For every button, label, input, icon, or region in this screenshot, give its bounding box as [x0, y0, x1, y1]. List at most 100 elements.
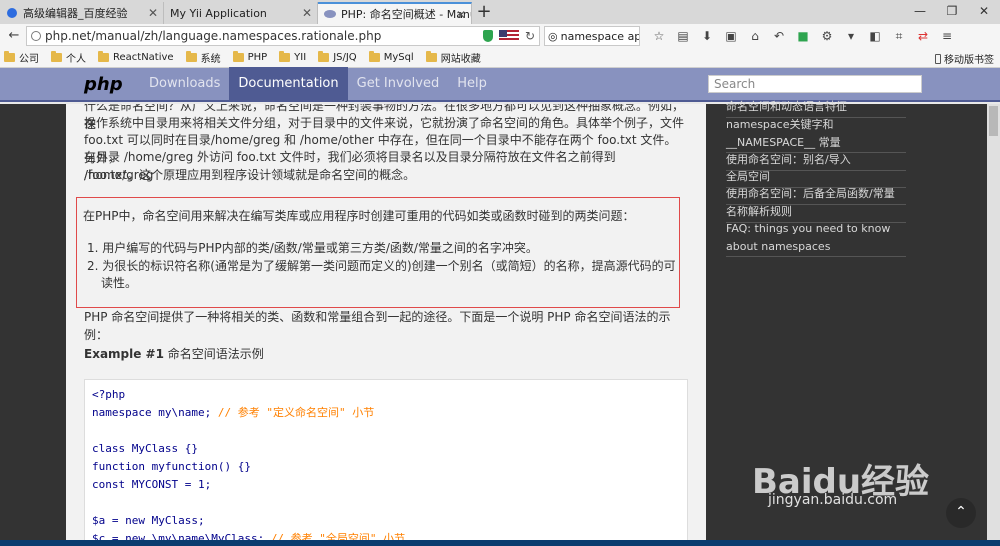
bookmark-folder[interactable]: ReactNative: [98, 51, 174, 63]
us-flag-icon[interactable]: [498, 30, 519, 42]
bookmark-folder[interactable]: 系统: [185, 50, 221, 65]
folder-icon: [98, 51, 109, 62]
problem-list: 1. 用户编写的代码与PHP内部的类/函数/常量或第三方类/函数/常量之间的名字…: [87, 240, 677, 293]
reader-icon[interactable]: ▤: [674, 26, 692, 46]
sidebar-item-namespace-keyword[interactable]: namespace关键字和__NAMESPACE__ 常量: [726, 116, 906, 153]
taskbar: [0, 540, 1000, 546]
folder-icon: [318, 51, 330, 62]
chevron-down-icon[interactable]: ▾: [842, 26, 860, 46]
folder-icon: [368, 51, 380, 62]
shield-icon[interactable]: [482, 30, 493, 42]
folder-icon: [4, 51, 15, 62]
example-label: Example #1: [84, 347, 164, 361]
back-to-top-button[interactable]: ⌃: [946, 498, 976, 528]
screenshot-icon[interactable]: ◧: [866, 26, 884, 46]
sync-icon[interactable]: ⇄: [914, 26, 932, 46]
box-lead: 在PHP中，命名空间用来解决在编写类库或应用程序时创建可重用的代码如类或函数时碰…: [83, 209, 635, 223]
tab-label: PHP: 命名空间概述 - Manual: [341, 8, 471, 21]
close-icon[interactable]: ✕: [456, 8, 466, 22]
code-line: <?php: [92, 388, 126, 401]
baidu-icon: [6, 7, 18, 19]
nav-downloads[interactable]: Downloads: [140, 67, 229, 101]
folder-icon: [279, 51, 291, 62]
info-icon[interactable]: [31, 31, 41, 41]
code-block: <?php namespace my\name; // 参考 "定义命名空间" …: [84, 379, 688, 546]
baidu-watermark-url: jingyan.baidu.com: [768, 492, 898, 508]
code-comment: // 参考 "定义命名空间" 小节: [217, 406, 375, 419]
back-icon[interactable]: ←: [4, 26, 24, 46]
folder-icon: [185, 51, 197, 62]
tab-yii-app[interactable]: My Yii Application ✕: [164, 2, 318, 24]
php-favicon-icon: [324, 8, 336, 20]
search-input[interactable]: ◎ namespace ap →: [544, 26, 640, 46]
code-line: namespace my\name; // 参考 "定义命名空间" 小节: [92, 406, 375, 419]
maximize-button[interactable]: ❐: [936, 0, 968, 24]
minimize-button[interactable]: —: [904, 0, 936, 24]
example-title: 命名空间语法示例: [167, 347, 264, 361]
bookmark-folder[interactable]: 公司: [4, 50, 39, 65]
star-icon[interactable]: ☆: [650, 26, 668, 46]
sidebar-item-dynamic[interactable]: 命名空间和动态语言特征: [726, 98, 906, 118]
menu-icon[interactable]: ≡: [938, 26, 956, 46]
extension-icon[interactable]: ■: [794, 26, 812, 46]
code-line: function myfunction() {}: [92, 460, 251, 473]
highlight-box: 在PHP中，命名空间用来解决在编写类库或应用程序时创建可重用的代码如类或函数时碰…: [76, 197, 680, 308]
sidebar-item-fallback[interactable]: 使用命名空间：后备全局函数/常量: [726, 185, 906, 205]
scrollbar-thumb[interactable]: [989, 106, 998, 136]
code-line: $a = new MyClass;: [92, 514, 205, 527]
php-search-input[interactable]: Search: [708, 75, 922, 93]
tab-label: My Yii Application: [170, 6, 267, 20]
address-bar[interactable]: php.net/manual/zh/language.namespaces.ra…: [26, 26, 540, 46]
toolbar: ☆ ▤ ⬇ ▣ ⌂ ↶ ■ ⚙ ▾ ◧ ⌗ ⇄ ≡: [650, 26, 956, 46]
folder-icon: [425, 51, 437, 62]
undo-icon[interactable]: ↶: [770, 26, 788, 46]
bookmark-folder[interactable]: 个人: [51, 50, 86, 65]
bookmark-folder[interactable]: PHP: [232, 51, 267, 63]
folder-icon: [51, 51, 62, 62]
url-text[interactable]: php.net/manual/zh/language.namespaces.ra…: [45, 29, 483, 43]
code-line: class MyClass {}: [92, 442, 198, 455]
bookmark-folder[interactable]: 网站收藏: [425, 50, 481, 65]
folder-icon: [232, 51, 244, 62]
code-line: const MYCONST = 1;: [92, 478, 212, 491]
pocket-icon[interactable]: ▣: [722, 26, 740, 46]
namespace-intro: PHP 命名空间提供了一种将相关的类、函数和常量组合到一起的途径。下面是一个说明…: [84, 310, 671, 342]
intro-line: /foo.txt。这个原理应用到程序设计领域就是命名空间的概念。: [84, 168, 416, 182]
navigation-bar: ← php.net/manual/zh/language.namespaces.…: [0, 24, 1000, 48]
bookmark-folder[interactable]: YII: [279, 51, 306, 63]
list-item: 2. 为很长的标识符名称(通常是为了缓解第一类问题而定义的)创建一个别名（或简短…: [87, 258, 676, 291]
gear-icon[interactable]: ⚙: [818, 26, 836, 46]
tab-php-manual[interactable]: PHP: 命名空间概述 - Manual ✕: [318, 2, 472, 24]
download-icon[interactable]: ⬇: [698, 26, 716, 46]
list-item: 1. 用户编写的代码与PHP内部的类/函数/常量或第三方类/函数/常量之间的名字…: [87, 241, 538, 255]
bookmark-folder[interactable]: MySql: [368, 51, 414, 63]
crop-icon[interactable]: ⌗: [890, 26, 908, 46]
nav-documentation[interactable]: Documentation: [229, 67, 348, 101]
close-window-button[interactable]: ✕: [968, 0, 1000, 24]
nav-get-involved[interactable]: Get Involved: [348, 67, 449, 101]
window-controls: — ❐ ✕: [904, 0, 1000, 24]
php-header: php Downloads Documentation Get Involved…: [0, 67, 1000, 102]
intro-line: 操作系统中目录用来将相关文件分组，对于目录中的文件来说，它就扮演了命名空间的角色…: [84, 116, 685, 130]
home-icon[interactable]: ⌂: [746, 26, 764, 46]
nav-help[interactable]: Help: [448, 67, 496, 101]
phone-icon: [935, 53, 941, 64]
close-icon[interactable]: ✕: [302, 6, 312, 20]
search-value: namespace ap: [560, 29, 640, 43]
close-icon[interactable]: ✕: [148, 6, 158, 20]
mobile-bookmarks[interactable]: 移动版书签: [935, 51, 994, 66]
main-content: 什么是命名空间？从广义上来说，命名空间是一种封装事物的方法。在很多地方都可以见到…: [66, 104, 706, 546]
search-engine-icon: ◎: [548, 29, 558, 43]
tab-strip: 高级编辑器_百度经验 ✕ My Yii Application ✕ PHP: 命…: [0, 0, 1000, 24]
new-tab-button[interactable]: +: [472, 2, 496, 24]
bookmark-folder[interactable]: JS/JQ: [318, 51, 357, 63]
example-heading: Example #1 命名空间语法示例: [84, 345, 264, 362]
scrollbar[interactable]: [987, 104, 1000, 546]
reload-icon[interactable]: ↻: [525, 29, 535, 43]
bookmarks-bar: 公司 个人 ReactNative 系统 PHP YII JS/JQ MySql…: [0, 48, 1000, 68]
sidebar-item-faq[interactable]: FAQ: things you need to know about names…: [726, 220, 906, 257]
tab-baidu-editor[interactable]: 高级编辑器_百度经验 ✕: [0, 2, 164, 24]
php-logo[interactable]: php: [84, 74, 140, 95]
